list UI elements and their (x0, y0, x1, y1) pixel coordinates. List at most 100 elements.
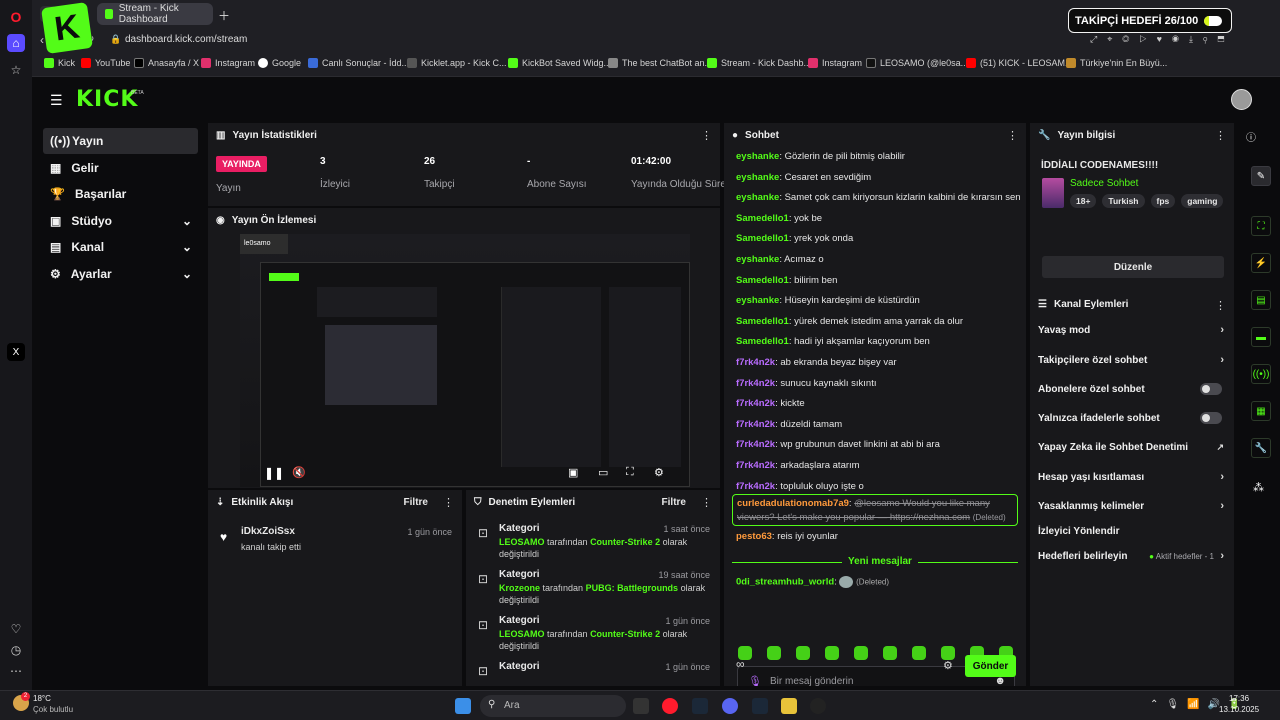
bookmark-item[interactable]: Google (258, 58, 301, 68)
stats-more-icon[interactable]: ⋮ (701, 129, 712, 142)
bookmark-item[interactable]: The best ChatBot an... (608, 58, 712, 68)
channel-action-item[interactable]: Hesap yaşı kısıtlaması › (1038, 469, 1226, 485)
activity-filter-button[interactable]: Filtre (404, 497, 428, 508)
avatar[interactable] (1231, 89, 1252, 110)
steam-icon-2[interactable] (752, 698, 768, 714)
broadcast-rail-icon[interactable]: ((•)) (1251, 364, 1271, 384)
chat-username[interactable]: eyshanke (736, 254, 779, 265)
chat-username[interactable]: f7rk4n2k (736, 357, 775, 368)
stream-info-more-icon[interactable]: ⋮ (1215, 129, 1226, 142)
history-icon[interactable]: ◷ (7, 641, 25, 659)
bookmark-item[interactable]: Instagram (201, 58, 255, 68)
bookmark-item[interactable]: Türkiye'nin En Büyü... (1066, 58, 1167, 68)
emote-icon[interactable] (854, 646, 868, 660)
pip-icon[interactable]: ▣ (568, 466, 578, 479)
home-icon[interactable]: ⌂ (7, 34, 25, 52)
bookmark-item[interactable]: Instagram (808, 58, 862, 68)
chat-username[interactable]: f7rk4n2k (736, 398, 775, 409)
channel-actions-more-icon[interactable]: ⋮ (1215, 299, 1226, 312)
bookmark-item[interactable]: Kick (44, 58, 75, 68)
bookmark-item[interactable]: LEOSAMO (@le0sa... (866, 58, 968, 68)
chat-username[interactable]: f7rk4n2k (736, 481, 775, 492)
bookmark-item[interactable]: KickBot Saved Widg... (508, 58, 611, 68)
more-icon[interactable]: ⋯ (7, 662, 25, 680)
x-twitter-icon[interactable]: X (7, 343, 25, 361)
url-field[interactable]: dashboard.kick.com/stream (125, 34, 247, 45)
channel-action-item[interactable]: Yalnızca ifadelerle sohbet (1038, 410, 1226, 426)
windows-start-icon[interactable] (455, 698, 471, 714)
extensions-icon[interactable]: ⁂ (1253, 481, 1264, 494)
tag[interactable]: Turkish (1102, 194, 1145, 208)
app-icon[interactable] (781, 698, 797, 714)
new-tab-button[interactable]: ＋ (218, 7, 230, 24)
chat-username[interactable]: f7rk4n2k (736, 378, 775, 389)
channel-action-item[interactable]: Abonelere özel sohbet (1038, 381, 1226, 397)
chat-username[interactable]: eyshanke (736, 295, 779, 306)
nav-item-kanal[interactable]: ▤ Kanal ⌄ (43, 234, 198, 260)
chat-more-icon[interactable]: ⋮ (1007, 129, 1018, 142)
chat-username[interactable]: eyshanke (736, 192, 779, 203)
pause-icon[interactable]: ❚❚ (264, 466, 284, 480)
toggle-switch[interactable] (1200, 412, 1222, 424)
settings-icon[interactable]: ⚙ (654, 466, 664, 479)
new-messages-divider[interactable]: Yeni mesajlar (732, 556, 1018, 568)
tag[interactable]: fps (1150, 194, 1176, 208)
chat-username[interactable]: f7rk4n2k (736, 460, 775, 471)
lightning-icon[interactable]: ⚡ (1251, 253, 1271, 273)
category-link[interactable]: Sadece Sohbet (1070, 178, 1138, 189)
channel-action-item[interactable]: Yavaş mod › (1038, 322, 1226, 338)
channel-action-item[interactable]: Yasaklanmış kelimeler › (1038, 498, 1226, 514)
bookmark-item[interactable]: YouTube (81, 58, 130, 68)
send-button[interactable]: Gönder (965, 655, 1016, 677)
bookmark-item[interactable]: Anasayfa / X (134, 58, 199, 68)
toggle-switch[interactable] (1200, 383, 1222, 395)
chat-extras-icon[interactable]: ∞ (736, 657, 745, 671)
nav-item-yayin[interactable]: ((•)) Yayın (43, 128, 198, 154)
tag[interactable]: gaming (1181, 194, 1224, 208)
opera-logo-icon[interactable]: O (7, 8, 25, 26)
nav-item-gelir[interactable]: ▦ Gelir (43, 155, 198, 181)
discord-icon[interactable] (722, 698, 738, 714)
emote-icon[interactable] (825, 646, 839, 660)
taskbar-search[interactable]: ⚲ Ara (480, 695, 626, 717)
bookmark-item[interactable]: Stream - Kick Dashb... (707, 58, 811, 68)
emote-icon[interactable] (912, 646, 926, 660)
toolbar-extension-icons[interactable]: ⤢⌖◎▷♥◉⤓⚲⬒ (1090, 34, 1234, 45)
chat-username[interactable]: Samedello1 (736, 233, 789, 244)
chat-username[interactable]: Samedello1 (736, 213, 789, 224)
emote-icon[interactable] (883, 646, 897, 660)
channel-action-item[interactable]: Yapay Zeka ile Sohbet Denetimi ↗ (1038, 439, 1226, 455)
bookmark-item[interactable]: Canlı Sonuçlar - İdd... (308, 58, 409, 68)
info-icon[interactable]: ⓘ (1246, 129, 1256, 144)
chat-username[interactable]: eyshanke (736, 172, 779, 183)
chat-username[interactable]: Samedello1 (736, 275, 789, 286)
theater-icon[interactable]: ▭ (598, 466, 608, 479)
moderation-more-icon[interactable]: ⋮ (701, 496, 712, 509)
tag[interactable]: 18+ (1070, 194, 1097, 208)
bookmark-item[interactable]: Kicklet.app - Kick C... (407, 58, 507, 68)
chat-username[interactable]: Samedello1 (736, 316, 789, 327)
emote-icon[interactable] (767, 646, 781, 660)
storage-icon[interactable]: ▦ (1251, 401, 1271, 421)
moderation-filter-button[interactable]: Filtre (662, 497, 686, 508)
emote-icon[interactable] (941, 646, 955, 660)
chat-settings-icon[interactable]: ⚙ (943, 659, 953, 672)
activity-more-icon[interactable]: ⋮ (443, 496, 454, 509)
nav-item-ayarlar[interactable]: ⚙ Ayarlar ⌄ (43, 261, 198, 287)
bookmark-item[interactable]: (51) KICK - LEOSAM... (966, 58, 1073, 68)
heart-icon[interactable]: ♡ (7, 620, 25, 638)
emote-icon[interactable] (796, 646, 810, 660)
star-icon[interactable]: ☆ (7, 61, 25, 79)
task-view-icon[interactable] (633, 698, 649, 714)
steam-icon[interactable] (692, 698, 708, 714)
chat-username[interactable]: f7rk4n2k (736, 419, 775, 430)
preview-video[interactable]: le0samo ❚❚ 🔇 ▣ ▭ ⛶ ⚙ (240, 234, 690, 487)
chat-username[interactable]: eyshanke (736, 151, 779, 162)
chat-username[interactable]: Samedello1 (736, 336, 789, 347)
nav-item-studyo[interactable]: ▣ Stüdyo ⌄ (43, 208, 198, 234)
kick-logo[interactable]: KICK (76, 87, 138, 112)
channel-action-item[interactable]: İzleyici Yönlendir (1038, 523, 1226, 539)
clipboard-icon[interactable]: ▤ (1251, 290, 1271, 310)
wrench-rail-icon[interactable]: 🔧 (1251, 438, 1271, 458)
screenshot-icon[interactable]: ⛶ (1251, 216, 1271, 236)
